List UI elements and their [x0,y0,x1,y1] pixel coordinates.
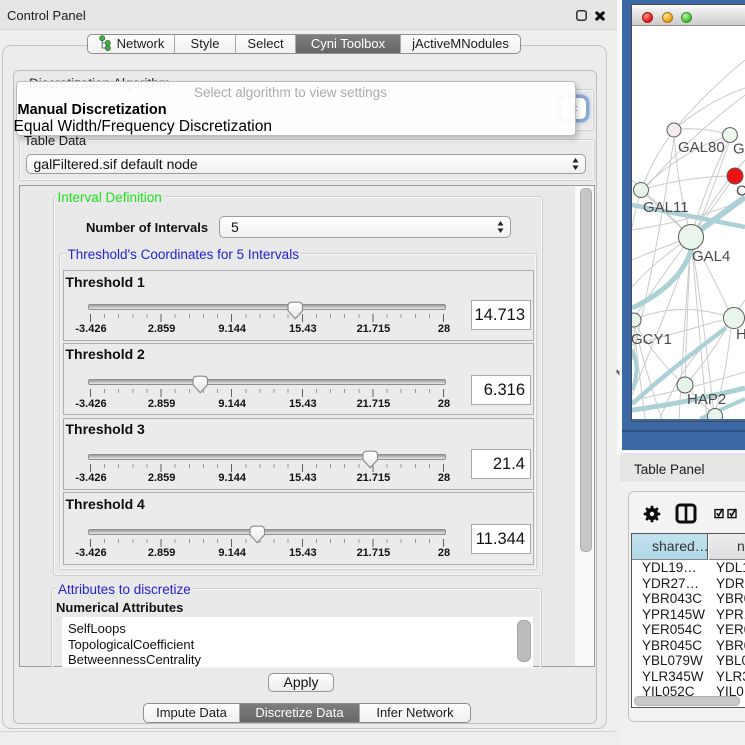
svg-text:H: H [736,326,745,343]
svg-text:GAL80: GAL80 [678,139,725,156]
svg-text:C: C [736,183,745,200]
svg-text:GA: GA [733,141,745,158]
svg-text:GCY1: GCY1 [632,331,672,348]
svg-text:HAP2: HAP2 [687,391,726,408]
svg-text:GAL4: GAL4 [692,248,730,265]
svg-text:GAL11: GAL11 [643,199,689,216]
